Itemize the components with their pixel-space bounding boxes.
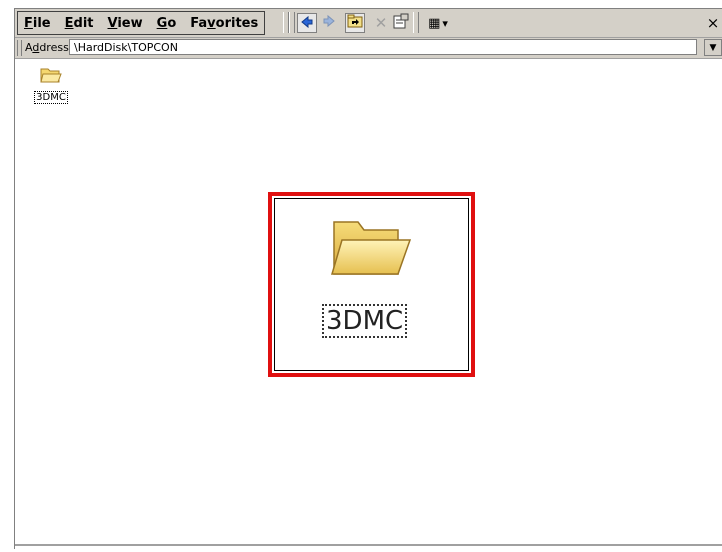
- file-name-label: 3DMC: [322, 304, 408, 338]
- menu-favorites[interactable]: Favorites: [190, 16, 258, 31]
- views-button[interactable]: ▦ ▾: [421, 13, 455, 33]
- properties-icon: [393, 13, 409, 33]
- menu-view[interactable]: View: [108, 16, 143, 31]
- delete-icon: ✕: [374, 14, 388, 32]
- menu-bar: File Edit View Go Favorites ✕ ▦ ▾ ×: [15, 9, 722, 38]
- toolbar-grip-2[interactable]: [289, 12, 295, 33]
- up-folder-button[interactable]: [345, 13, 365, 33]
- forward-icon: [322, 14, 336, 32]
- address-input[interactable]: \HardDisk\TOPCON: [69, 39, 697, 55]
- views-icon: ▦: [428, 15, 441, 31]
- menu-edit[interactable]: Edit: [65, 16, 94, 31]
- address-bar: Address \HardDisk\TOPCON ▼: [15, 38, 722, 59]
- toolbar-divider: [413, 12, 419, 33]
- delete-button[interactable]: ✕: [371, 13, 391, 33]
- file-name-label: 3DMC: [34, 91, 68, 104]
- properties-button[interactable]: [391, 13, 411, 33]
- status-divider: [15, 544, 722, 546]
- close-button[interactable]: ×: [703, 12, 722, 33]
- menu-group: File Edit View Go Favorites: [17, 11, 266, 35]
- folder-icon: [39, 65, 63, 85]
- forward-button[interactable]: [319, 13, 339, 33]
- list-item[interactable]: 3DMC: [31, 65, 71, 104]
- back-icon: [300, 15, 314, 32]
- folder-icon: [328, 212, 414, 282]
- zoom-callout: 3DMC: [268, 192, 475, 377]
- menu-go[interactable]: Go: [157, 16, 177, 31]
- chevron-down-icon: ▾: [442, 16, 448, 30]
- address-grip[interactable]: [17, 40, 22, 56]
- folder-up-icon: [347, 14, 363, 32]
- menu-file[interactable]: File: [24, 16, 51, 31]
- back-button[interactable]: [297, 13, 317, 33]
- address-label: Address: [25, 41, 69, 54]
- chevron-down-icon: ▼: [709, 42, 717, 53]
- close-icon: ×: [706, 13, 720, 32]
- address-dropdown-button[interactable]: ▼: [704, 39, 722, 56]
